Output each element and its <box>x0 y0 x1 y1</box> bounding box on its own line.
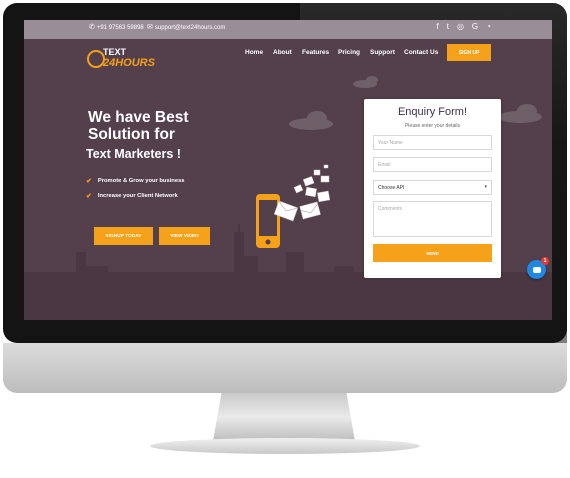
comments-textarea[interactable]: Comments <box>373 201 492 237</box>
send-button[interactable]: SEND <box>373 244 492 262</box>
top-contact-bar: ✆ +91 97563 59898 ✉ support@text24hours.… <box>24 20 552 39</box>
google-plus-icon[interactable]: G <box>472 23 478 31</box>
nav-home[interactable]: Home <box>245 49 263 56</box>
nav-about[interactable]: About <box>273 49 292 56</box>
logo-text-top: TEXT <box>103 47 127 57</box>
facebook-icon[interactable]: f <box>436 23 438 31</box>
feature-item: ✔ Promote & Grow your business <box>86 177 185 185</box>
api-select-value: Choose API <box>378 185 405 191</box>
phone-contact[interactable]: ✆ +91 97563 59898 <box>89 24 144 31</box>
rss-icon[interactable]: ◔ <box>486 23 491 31</box>
phone-number: +91 97563 59898 <box>96 24 144 31</box>
name-input[interactable]: Your Name <box>373 135 492 150</box>
email-contact[interactable]: ✉ support@text24hours.com <box>147 24 225 31</box>
nav-pricing[interactable]: Pricing <box>338 49 360 56</box>
feature-text: Increase your Client Network <box>97 193 178 199</box>
chat-notification-badge: 1 <box>541 257 549 265</box>
check-icon: ✔ <box>86 178 92 185</box>
instagram-icon[interactable]: ◎ <box>457 23 464 31</box>
check-icon: ✔ <box>86 193 92 200</box>
email-address: support@text24hours.com <box>154 24 226 31</box>
chevron-down-icon: ▾ <box>484 184 487 190</box>
view-video-button[interactable]: VIEW VIDEO <box>159 227 210 245</box>
monitor-chin <box>3 343 567 393</box>
form-title: Enquiry Form! <box>397 106 468 118</box>
nav-contact-us[interactable]: Contact Us <box>404 49 438 56</box>
monitor-stand <box>213 393 355 441</box>
hero-title-line1: We have Best <box>88 109 189 126</box>
chat-widget-button[interactable]: 1 <box>527 257 549 279</box>
twitter-icon[interactable]: t <box>447 23 449 31</box>
phone-illustration <box>256 194 280 248</box>
envelope-icon: ✉ <box>147 24 153 31</box>
api-select[interactable]: Choose API ▾ <box>373 180 492 195</box>
social-links: f t ◎ G ◔ <box>436 23 491 31</box>
chat-bubble-icon <box>532 266 541 273</box>
nav-features[interactable]: Features <box>302 49 329 56</box>
signup-today-button[interactable]: SIGNUP TODAY <box>94 227 153 245</box>
logo-text-bottom: 24HOURS <box>103 57 155 69</box>
site-logo[interactable]: TEXT 24HOURS <box>87 44 155 72</box>
signup-button[interactable]: SIGN UP <box>447 44 491 61</box>
hero-title-line2: Solution for <box>88 126 175 143</box>
form-subtitle: Please enter your details <box>404 123 461 129</box>
name-placeholder: Your Name <box>378 140 403 146</box>
email-placeholder: Email <box>378 162 391 168</box>
email-input[interactable]: Email <box>373 157 492 172</box>
hero-title-line3: Text Marketers ! <box>86 147 181 161</box>
comments-placeholder: Comments <box>378 206 403 212</box>
nav-support[interactable]: Support <box>370 49 395 56</box>
phone-icon: ✆ <box>89 24 95 31</box>
website-screen: ✆ +91 97563 59898 ✉ support@text24hours.… <box>24 20 552 320</box>
feature-text: Promote & Grow your business <box>97 178 185 184</box>
feature-item: ✔ Increase your Client Network <box>86 192 178 200</box>
monitor-base <box>150 438 420 454</box>
